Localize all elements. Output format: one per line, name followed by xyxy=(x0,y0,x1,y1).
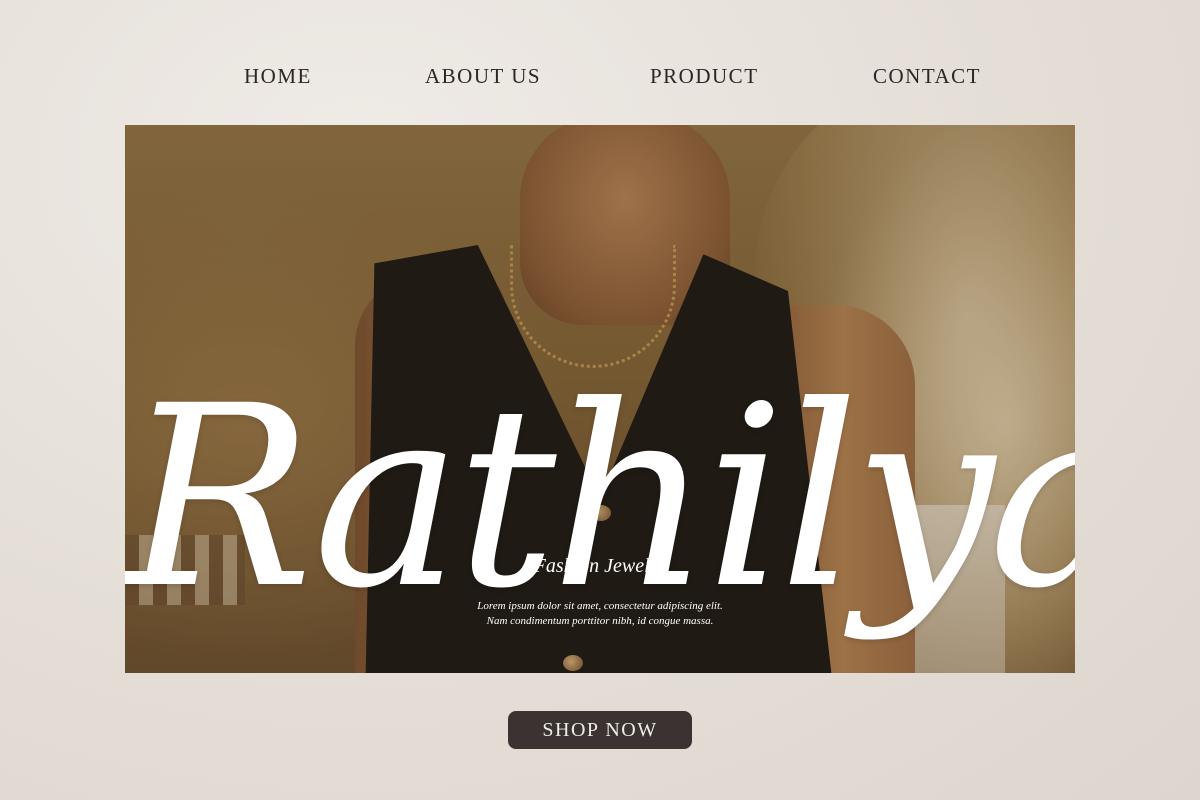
nav-item-contact[interactable]: CONTACT xyxy=(873,64,981,89)
hero-description-line: Lorem ipsum dolor sit amet, consectetur … xyxy=(477,600,723,612)
hero-banner: Rathilya Fashion Jewelry Lorem ipsum dol… xyxy=(125,125,1075,673)
nav-item-about-us[interactable]: ABOUT US xyxy=(425,64,541,89)
hero-description: Lorem ipsum dolor sit amet, consectetur … xyxy=(125,599,1075,629)
nav-item-home[interactable]: HOME xyxy=(244,64,312,89)
hero-description-line: Nam condimentum porttitor nibh, id congu… xyxy=(486,615,714,627)
shop-now-button[interactable]: SHOP NOW xyxy=(508,711,692,749)
main-nav: HOME ABOUT US PRODUCT CONTACT xyxy=(0,64,1200,94)
hero-tagline: Fashion Jewelry xyxy=(533,555,667,577)
nav-item-product[interactable]: PRODUCT xyxy=(650,64,759,89)
